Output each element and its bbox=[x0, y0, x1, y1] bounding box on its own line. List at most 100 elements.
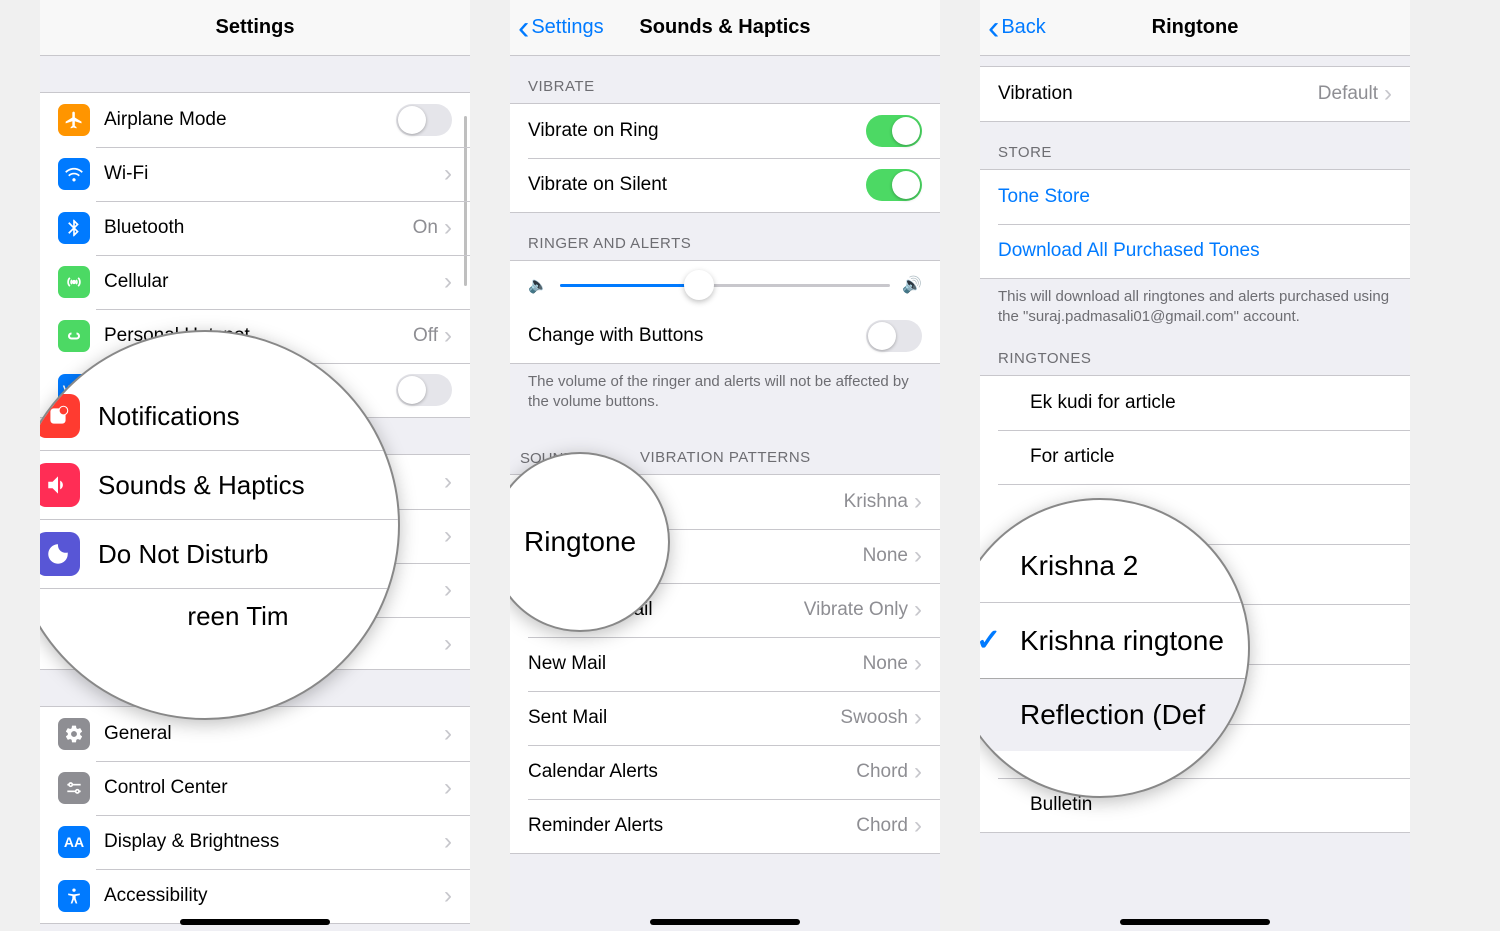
vpn-switch[interactable] bbox=[396, 374, 452, 406]
chevron-right-icon: › bbox=[444, 828, 452, 856]
home-indicator[interactable] bbox=[650, 919, 800, 925]
mag-row-ringtone-item[interactable]: Reflection (Def bbox=[980, 678, 1248, 751]
magnifier: Krishna 2 ✓ Krishna ringtone Reflection … bbox=[980, 498, 1250, 798]
row-tone-store[interactable]: Tone Store bbox=[980, 170, 1410, 224]
row-value: On bbox=[413, 217, 438, 239]
row-label: Wi-Fi bbox=[104, 163, 438, 185]
chevron-right-icon: › bbox=[914, 488, 922, 516]
change-buttons-switch[interactable] bbox=[866, 320, 922, 352]
chevron-right-icon: › bbox=[444, 160, 452, 188]
vibrate-silent-switch[interactable] bbox=[866, 169, 922, 201]
row-airplane-mode[interactable]: Airplane Mode bbox=[40, 93, 470, 147]
mag-label: Sounds & Haptics bbox=[98, 470, 305, 501]
mag-row-notifications[interactable]: Notifications bbox=[40, 382, 398, 450]
volume-slider[interactable] bbox=[560, 284, 890, 287]
mag-label: Do Not Disturb bbox=[98, 539, 269, 570]
navbar: ‹ Back Ringtone bbox=[980, 0, 1410, 56]
row-display[interactable]: AA Display & Brightness › bbox=[40, 815, 470, 869]
volume-slider-row: 🔈 🔊 bbox=[510, 261, 940, 309]
chevron-right-icon: › bbox=[444, 882, 452, 910]
airplane-icon bbox=[58, 104, 90, 136]
section-header-ringer: RINGER AND ALERTS bbox=[510, 213, 940, 260]
controlcenter-icon bbox=[58, 772, 90, 804]
cellular-icon bbox=[58, 266, 90, 298]
chevron-right-icon: › bbox=[444, 268, 452, 296]
row-value: None bbox=[863, 653, 908, 675]
row-download-all[interactable]: Download All Purchased Tones bbox=[980, 224, 1410, 278]
row-sent-mail[interactable]: Sent Mail Swoosh › bbox=[510, 691, 940, 745]
row-new-mail[interactable]: New Mail None › bbox=[510, 637, 940, 691]
row-change-buttons[interactable]: Change with Buttons bbox=[510, 309, 940, 363]
row-label: Vibrate on Ring bbox=[528, 120, 866, 142]
mag-row-ringtone[interactable]: Ringtone bbox=[510, 500, 668, 584]
mag-label: Krishna 2 bbox=[1020, 550, 1138, 582]
row-reminder-alerts[interactable]: Reminder Alerts Chord › bbox=[510, 799, 940, 853]
section-header-ringtones: RINGTONES bbox=[980, 342, 1410, 375]
row-label: Ek kudi for article bbox=[1030, 392, 1392, 414]
row-label: Display & Brightness bbox=[104, 831, 444, 853]
content-scroll[interactable]: Vibration Default › STORE Tone Store Dow… bbox=[980, 56, 1410, 931]
back-label: Back bbox=[1001, 16, 1045, 39]
row-label: Download All Purchased Tones bbox=[998, 240, 1392, 262]
row-label: Control Center bbox=[104, 777, 444, 799]
mag-label: Krishna ringtone bbox=[1020, 625, 1224, 657]
row-label: New Mail bbox=[528, 653, 863, 675]
row-cellular[interactable]: Cellular › bbox=[40, 255, 470, 309]
row-value: Chord bbox=[856, 761, 908, 783]
group-general: General › Control Center › AA Display & … bbox=[40, 706, 470, 924]
chevron-right-icon: › bbox=[444, 630, 452, 658]
magnifier: Ringtone bbox=[510, 452, 670, 632]
chevron-right-icon: › bbox=[914, 704, 922, 732]
checkmark-icon: ✓ bbox=[980, 623, 1020, 658]
home-indicator[interactable] bbox=[1120, 919, 1270, 925]
chevron-right-icon: › bbox=[914, 650, 922, 678]
sounds-icon bbox=[40, 463, 80, 507]
home-indicator[interactable] bbox=[180, 919, 330, 925]
vibrate-ring-switch[interactable] bbox=[866, 115, 922, 147]
gear-icon bbox=[58, 718, 90, 750]
chevron-left-icon: ‹ bbox=[518, 11, 529, 45]
row-vibrate-ring[interactable]: Vibrate on Ring bbox=[510, 104, 940, 158]
mag-row-sounds[interactable]: Sounds & Haptics bbox=[40, 450, 398, 519]
mag-label: reen Tim bbox=[187, 601, 288, 632]
row-value: Chord bbox=[856, 815, 908, 837]
wifi-icon bbox=[58, 158, 90, 190]
screen-settings: Settings Airplane Mode Wi-Fi › bbox=[40, 0, 470, 931]
airplane-switch[interactable] bbox=[396, 104, 452, 136]
mag-row-dnd[interactable]: Do Not Disturb bbox=[40, 519, 398, 588]
chevron-right-icon: › bbox=[444, 522, 452, 550]
navbar-title: Sounds & Haptics bbox=[639, 16, 810, 39]
row-vibration[interactable]: Vibration Default › bbox=[980, 67, 1410, 121]
mag-label: Reflection (Def bbox=[1020, 699, 1205, 731]
row-ringtone-item[interactable]: Ek kudi for article bbox=[980, 376, 1410, 430]
back-label: Settings bbox=[531, 16, 603, 39]
row-label: Sent Mail bbox=[528, 707, 840, 729]
row-label: Calendar Alerts bbox=[528, 761, 856, 783]
mag-row-ringtone-item[interactable]: ✓ Krishna ringtone bbox=[980, 602, 1248, 678]
row-calendar-alerts[interactable]: Calendar Alerts Chord › bbox=[510, 745, 940, 799]
navbar: Settings bbox=[40, 0, 470, 56]
row-label: Vibration bbox=[998, 83, 1318, 105]
row-label: General bbox=[104, 723, 444, 745]
row-label: Airplane Mode bbox=[104, 109, 396, 131]
notifications-icon bbox=[40, 394, 80, 438]
section-header-store: STORE bbox=[980, 122, 1410, 169]
chevron-right-icon: › bbox=[914, 812, 922, 840]
volume-high-icon: 🔊 bbox=[902, 275, 922, 295]
section-footer: The volume of the ringer and alerts will… bbox=[510, 364, 940, 427]
row-value: Vibrate Only bbox=[804, 599, 908, 621]
chevron-right-icon: › bbox=[444, 214, 452, 242]
mag-row-screentime-partial[interactable]: reen Tim bbox=[40, 588, 398, 644]
back-button[interactable]: ‹ Back bbox=[988, 11, 1046, 45]
row-vibrate-silent[interactable]: Vibrate on Silent bbox=[510, 158, 940, 212]
row-label: Bluetooth bbox=[104, 217, 413, 239]
back-button[interactable]: ‹ Settings bbox=[518, 11, 604, 45]
row-accessibility[interactable]: Accessibility › bbox=[40, 869, 470, 923]
row-bluetooth[interactable]: Bluetooth On › bbox=[40, 201, 470, 255]
row-value: None bbox=[863, 545, 908, 567]
row-wifi[interactable]: Wi-Fi › bbox=[40, 147, 470, 201]
row-ringtone-item[interactable]: For article bbox=[980, 430, 1410, 484]
chevron-right-icon: › bbox=[914, 542, 922, 570]
row-control-center[interactable]: Control Center › bbox=[40, 761, 470, 815]
mag-row-ringtone-item[interactable]: Krishna 2 bbox=[980, 530, 1248, 602]
